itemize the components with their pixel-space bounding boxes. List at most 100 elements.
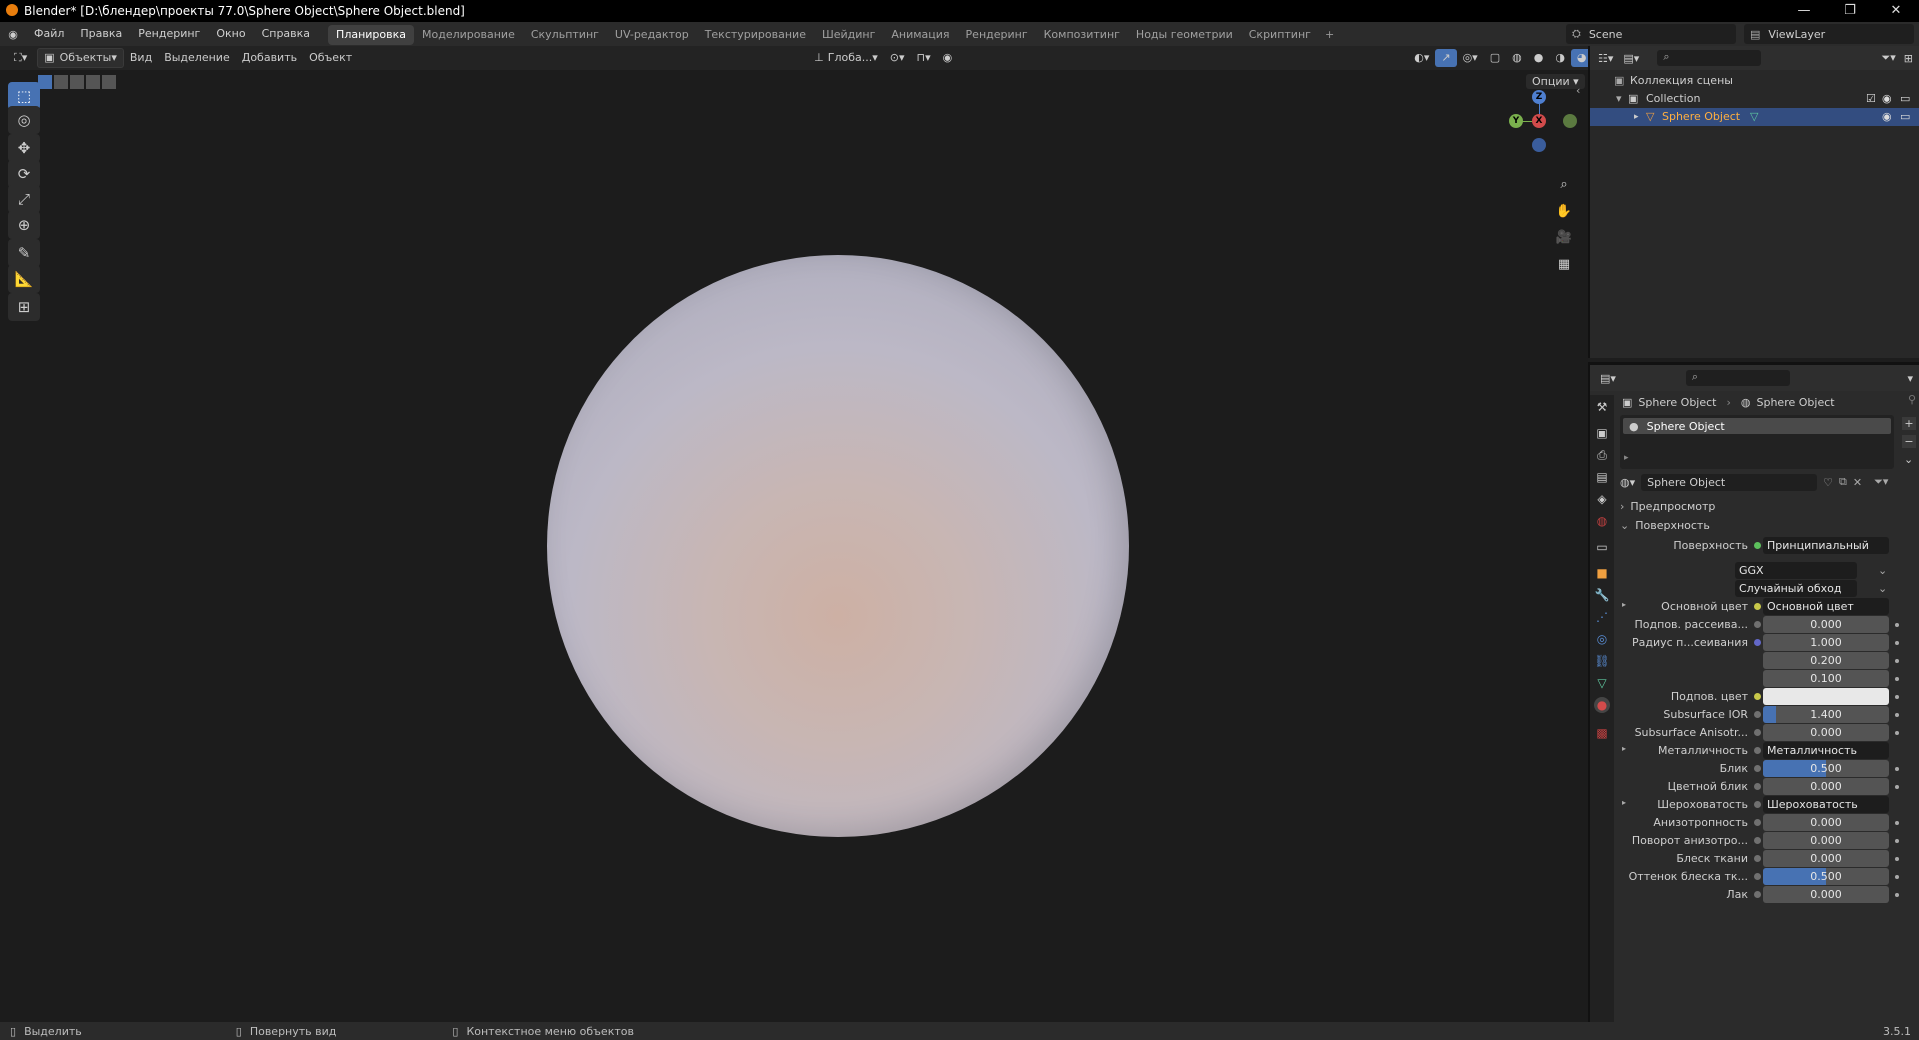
gizmo-neg-z-axis[interactable] <box>1532 138 1546 152</box>
world-tab-icon[interactable]: ◍ <box>1594 513 1610 529</box>
pin-icon[interactable]: ⚲ <box>1908 393 1916 406</box>
number-field[interactable]: 0.100 <box>1763 670 1889 687</box>
socket-icon[interactable] <box>1754 693 1761 700</box>
modifier-tab-icon[interactable]: 🔧 <box>1594 587 1610 603</box>
perspective-toggle-icon[interactable]: ▦ <box>1553 254 1575 276</box>
viewport-menu-item[interactable]: Вид <box>124 49 158 67</box>
gizmo-y-axis[interactable]: Y <box>1509 114 1523 128</box>
pivot-icon[interactable]: ⊙▾ <box>884 49 911 67</box>
distribution-dropdown[interactable]: GGX <box>1735 562 1857 579</box>
workspace-tab[interactable]: Скульптинг <box>523 25 607 45</box>
keyframe-icon[interactable] <box>1895 821 1899 825</box>
socket-icon[interactable] <box>1754 837 1761 844</box>
socket-icon[interactable] <box>1754 873 1761 880</box>
socket-icon[interactable] <box>1754 783 1761 790</box>
material-tab-icon[interactable]: ● <box>1594 697 1610 713</box>
filter-icon[interactable]: ⏷▾ <box>1874 475 1888 489</box>
render-tab-icon[interactable]: ▣ <box>1594 425 1610 441</box>
linked-input-field[interactable]: Шероховатость <box>1763 796 1889 813</box>
subsurface-method-dropdown[interactable]: Случайный обход <box>1735 580 1857 597</box>
socket-icon[interactable] <box>1754 639 1761 646</box>
view-layer-tab-icon[interactable]: ▤ <box>1594 469 1610 485</box>
keyframe-icon[interactable] <box>1895 893 1899 897</box>
fake-user-icon[interactable]: ♡ <box>1823 476 1833 489</box>
expand-arrow-icon[interactable]: ▸ <box>1622 600 1626 609</box>
scene-tab-icon[interactable]: ◈ <box>1594 491 1610 507</box>
select-new-icon[interactable] <box>38 75 52 89</box>
overlay-toggle-icon[interactable]: ◎▾ <box>1457 49 1484 67</box>
options-chevron-icon[interactable]: ▾ <box>1907 372 1913 385</box>
workspace-tab[interactable]: Ноды геометрии <box>1128 25 1241 45</box>
particles-tab-icon[interactable]: ⋰ <box>1594 609 1610 625</box>
measure-icon[interactable]: 📐 <box>8 265 40 293</box>
number-field[interactable]: 0.500 <box>1763 760 1889 777</box>
preview-section-header[interactable]: › Предпросмотр <box>1620 497 1918 515</box>
workspace-tab[interactable]: Планировка <box>328 25 415 45</box>
linked-input-field[interactable]: Основной цвет <box>1763 598 1889 615</box>
keyframe-icon[interactable] <box>1895 659 1899 663</box>
gizmo-z-axis[interactable]: Z <box>1532 90 1546 104</box>
orientation-selector[interactable]: ⊥ Глоба... ▾ <box>808 49 884 67</box>
gizmo-neg-y-axis[interactable] <box>1563 114 1577 128</box>
gizmo-x-axis[interactable]: X <box>1532 114 1546 128</box>
navigation-gizmo[interactable]: Z Y X <box>1500 80 1580 160</box>
move-icon[interactable]: ✥ <box>8 134 40 162</box>
expand-arrow-icon[interactable]: ▸ <box>1634 108 1639 126</box>
socket-icon[interactable] <box>1754 855 1761 862</box>
camera-icon[interactable]: ▭ <box>1900 90 1910 108</box>
viewport-menu-item[interactable]: Добавить <box>236 49 303 67</box>
keyframe-icon[interactable] <box>1895 677 1899 681</box>
new-collection-icon[interactable]: ⊞ <box>1904 52 1913 65</box>
duplicate-icon[interactable]: ⧉ <box>1839 475 1847 489</box>
snap-icon[interactable]: ⊓▾ <box>911 49 937 67</box>
keyframe-icon[interactable] <box>1895 767 1899 771</box>
linked-input-field[interactable]: Металличность <box>1763 742 1889 759</box>
menu-item[interactable]: Файл <box>26 22 72 46</box>
socket-icon[interactable] <box>1754 891 1761 898</box>
color-field[interactable] <box>1763 688 1889 705</box>
outliner-row-collection[interactable]: ▾ ▣ Collection ☑ ◉ ▭ <box>1590 90 1919 108</box>
number-field[interactable]: 0.000 <box>1763 832 1889 849</box>
annotate-icon[interactable]: ✎ <box>8 239 40 267</box>
scene-selector[interactable]: ⛭ Scene <box>1566 24 1736 44</box>
surface-section-header[interactable]: ⌄ Поверхность <box>1620 516 1918 534</box>
socket-icon[interactable] <box>1754 765 1761 772</box>
number-field[interactable]: 0.000 <box>1763 850 1889 867</box>
close-icon[interactable]: ✕ <box>1873 0 1919 22</box>
editor-type-icon[interactable]: ⛶▾ <box>8 49 33 67</box>
workspace-tab[interactable]: Анимация <box>883 25 957 45</box>
checkbox-icon[interactable]: ☑ <box>1866 90 1876 108</box>
maximize-icon[interactable]: ❐ <box>1827 0 1873 22</box>
3d-viewport[interactable]: Опции ▾ ⬚ ◎ ✥ ⟳ ⤢ ⊕ ✎ 📐 ⊞ Z Y X ⌕ ✋ 🎥 ▦ ‹ <box>0 70 1588 1022</box>
workspace-tab[interactable]: Моделирование <box>414 25 523 45</box>
number-field[interactable]: 0.000 <box>1763 616 1889 633</box>
viewport-menu-item[interactable]: Выделение <box>158 49 236 67</box>
zoom-icon[interactable]: ⌕ <box>1553 174 1575 196</box>
collection-tab-icon[interactable]: ▭ <box>1594 539 1610 555</box>
viewport-menu-item[interactable]: Объект <box>303 49 358 67</box>
object-tab-icon[interactable]: ■ <box>1594 565 1610 581</box>
number-field[interactable]: 0.000 <box>1763 886 1889 903</box>
blender-menu-icon[interactable]: ◉ <box>0 28 26 41</box>
transform-icon[interactable]: ⊕ <box>8 211 40 239</box>
expand-arrow-icon[interactable]: ▸ <box>1622 744 1626 753</box>
browse-material-icon[interactable]: ◍▾ <box>1620 476 1635 489</box>
camera-icon[interactable]: ▭ <box>1900 108 1910 126</box>
number-field[interactable]: 0.000 <box>1763 724 1889 741</box>
add-cube-icon[interactable]: ⊞ <box>8 293 40 321</box>
properties-search-input[interactable]: ⌕ <box>1685 370 1790 386</box>
number-field[interactable]: 0.200 <box>1763 652 1889 669</box>
workspace-tab[interactable]: Шейдинг <box>814 25 883 45</box>
proportional-edit-icon[interactable]: ◉ ∧ <box>937 49 959 82</box>
select-extend-icon[interactable] <box>54 75 68 89</box>
outliner-row-sphere-object[interactable]: ▸ ▽ Sphere Object ▽ ◉ ▭ <box>1590 108 1919 126</box>
keyframe-icon[interactable] <box>1895 857 1899 861</box>
constraints-tab-icon[interactable]: ⛓ <box>1594 653 1610 669</box>
wireframe-shading-icon[interactable]: ◍ <box>1506 49 1528 67</box>
menu-item[interactable]: Правка <box>72 22 130 46</box>
data-tab-icon[interactable]: ▽ <box>1594 675 1610 691</box>
expand-arrow-icon[interactable]: ▸ <box>1622 798 1626 807</box>
texture-tab-icon[interactable]: ▩ <box>1594 725 1610 741</box>
select-intersect-icon[interactable] <box>102 75 116 89</box>
keyframe-icon[interactable] <box>1895 839 1899 843</box>
